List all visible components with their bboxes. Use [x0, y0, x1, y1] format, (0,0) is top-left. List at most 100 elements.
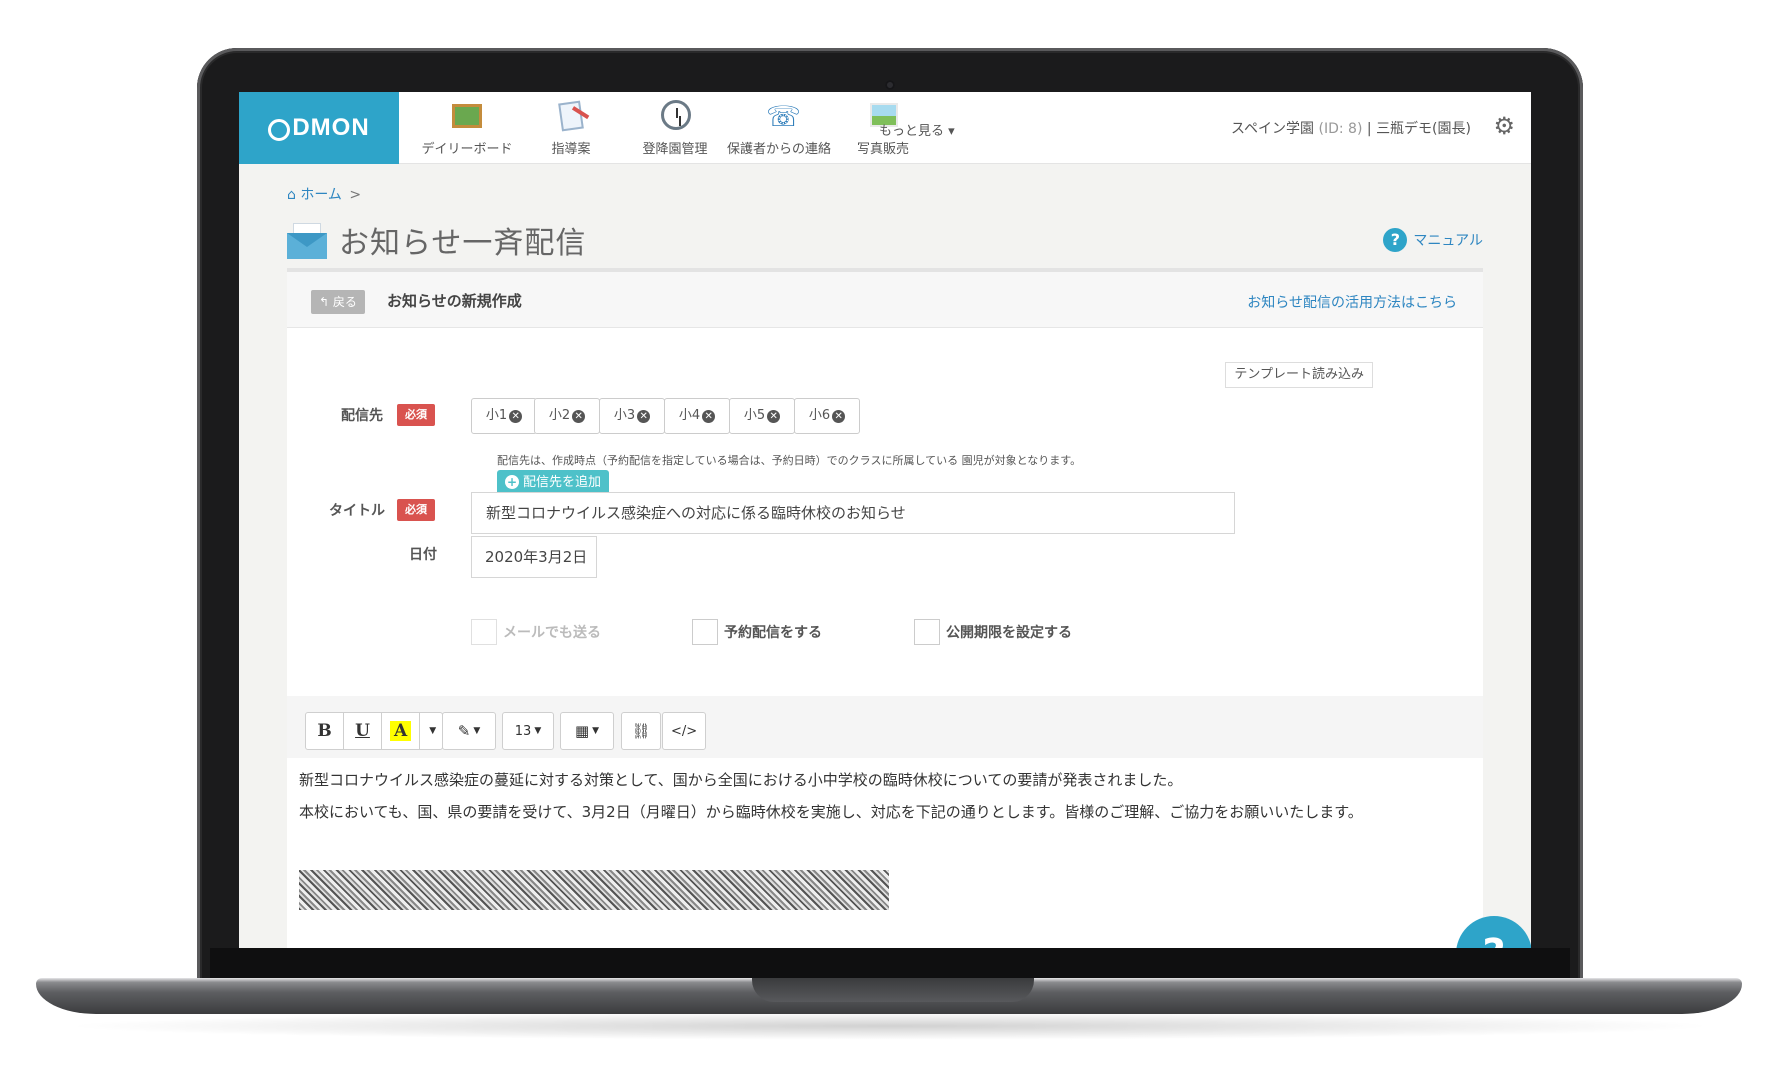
- remove-icon[interactable]: ✕: [702, 410, 716, 423]
- class-chip-3[interactable]: 小3 ✕: [599, 398, 665, 434]
- remove-icon[interactable]: ✕: [572, 410, 586, 423]
- nav-label: 写真販売: [856, 142, 909, 157]
- underline-button[interactable]: U: [344, 713, 382, 749]
- breadcrumb: ⌂ ホーム >: [287, 184, 361, 204]
- page-title: お知らせ一斉配信: [339, 226, 587, 261]
- nav-label: 保護者からの連絡: [726, 142, 831, 157]
- class-chip-6[interactable]: 小6 ✕: [794, 398, 860, 434]
- remove-icon[interactable]: ✕: [637, 410, 651, 423]
- color-dropdown-button[interactable]: ▼: [420, 713, 442, 749]
- magic-wand-icon: ✎: [457, 722, 471, 740]
- style-magic-button[interactable]: ✎ ▼: [443, 713, 495, 749]
- laptop-bezel-bottom: [210, 948, 1570, 978]
- scheduled-delivery-checkbox[interactable]: 予約配信をする: [692, 619, 822, 645]
- plus-icon: +: [505, 475, 519, 489]
- home-icon: ⌂: [287, 187, 296, 203]
- nav-parent-contact[interactable]: ☏ 保護者からの連絡: [719, 100, 839, 160]
- font-size-value: 13: [514, 723, 532, 739]
- text-style-group: B U A ▼: [305, 712, 444, 750]
- user-name: 三瓶デモ(園長): [1376, 121, 1471, 137]
- class-chip-5[interactable]: 小5 ✕: [729, 398, 795, 434]
- checkbox-label: メールでも送る: [503, 625, 601, 641]
- destination-note: 配信先は、作成時点（予約配信を指定している場合は、予約日時）でのクラスに所属して…: [497, 454, 1082, 467]
- destination-label: 配信先: [341, 408, 383, 424]
- embedded-image[interactable]: [299, 870, 889, 910]
- remove-icon[interactable]: ✕: [509, 410, 523, 423]
- code-view-button[interactable]: </>: [663, 713, 705, 749]
- date-input[interactable]: 2020年3月2日: [471, 536, 597, 578]
- panel-title: お知らせの新規作成: [387, 292, 522, 310]
- breadcrumb-home-link[interactable]: ホーム: [300, 187, 342, 203]
- email-also-checkbox[interactable]: メールでも送る: [471, 619, 601, 645]
- nav-label: デイリーボード: [421, 142, 513, 157]
- remove-icon[interactable]: ✕: [767, 410, 781, 423]
- link-icon: ⛓: [631, 722, 651, 740]
- publish-deadline-checkbox[interactable]: 公開期限を設定する: [914, 619, 1072, 645]
- text-color-button[interactable]: A: [382, 713, 421, 749]
- panel-header: ↰ 戻る お知らせの新規作成 お知らせ配信の活用方法はこちら: [287, 272, 1483, 328]
- checkbox-box[interactable]: [471, 619, 497, 645]
- editor-paragraph: 本校においても、国、県の要請を受けて、3月2日（月曜日）から臨時休校を実施し、対…: [299, 803, 1363, 821]
- back-button[interactable]: ↰ 戻る: [311, 290, 365, 314]
- app-screen: DMON デイリーボード 指導案 登降園管理 ☏ 保護者からの連絡 写真販売 も…: [239, 92, 1531, 948]
- editor-toolbar: B U A ▼ ✎ ▼ 13 ▼ ▦ ▼ ⛓ </>: [287, 696, 1483, 758]
- link-button[interactable]: ⛓: [622, 713, 660, 749]
- user-info[interactable]: スペイン学園 (ID: 8) | 三瓶デモ(園長): [1231, 118, 1471, 138]
- chevron-down-icon: ▼: [534, 726, 542, 736]
- nav-more-dropdown[interactable]: もっと見る ▾: [879, 120, 955, 139]
- page-header: お知らせ一斉配信: [287, 214, 586, 266]
- class-chip-label: 小5: [743, 408, 766, 423]
- compose-panel: ↰ 戻る お知らせの新規作成 お知らせ配信の活用方法はこちら テンプレート読み込…: [287, 268, 1483, 948]
- school-name: スペイン学園: [1231, 121, 1315, 137]
- checkbox-label: 予約配信をする: [724, 625, 822, 641]
- nav-attendance[interactable]: 登降園管理: [615, 100, 735, 160]
- required-badge: 必須: [397, 499, 435, 521]
- nav-lesson-plan[interactable]: 指導案: [511, 100, 631, 160]
- load-template-button[interactable]: テンプレート読み込み: [1225, 362, 1373, 388]
- remove-icon[interactable]: ✕: [832, 410, 846, 423]
- nav-label: 指導案: [551, 142, 591, 157]
- envelope-icon: [287, 221, 327, 259]
- class-chip-label: 小1: [485, 408, 508, 423]
- style-group: ✎ ▼: [442, 712, 496, 750]
- font-size-group: 13 ▼: [502, 712, 554, 750]
- top-navbar: DMON デイリーボード 指導案 登降園管理 ☏ 保護者からの連絡 写真販売 も…: [239, 92, 1531, 164]
- nav-label: 登降園管理: [642, 142, 708, 157]
- help-circle-icon: ?: [1383, 228, 1408, 252]
- table-icon: ▦: [574, 722, 590, 740]
- title-label: タイトル: [329, 503, 385, 519]
- add-destination-label: 配信先を追加: [523, 475, 602, 490]
- checkbox-box[interactable]: [914, 619, 940, 645]
- howto-link[interactable]: お知らせ配信の活用方法はこちら: [1247, 292, 1457, 312]
- class-chip-1[interactable]: 小1 ✕: [471, 398, 537, 434]
- logo-circle-icon: [268, 119, 291, 141]
- gear-icon[interactable]: ⚙: [1493, 112, 1515, 140]
- editor-paragraph: 新型コロナウイルス感染症の蔓延に対する対策として、国から全国における小中学校の臨…: [299, 771, 1183, 789]
- table-group: ▦ ▼: [560, 712, 614, 750]
- laptop-shadow: [60, 1012, 1720, 1040]
- table-button[interactable]: ▦ ▼: [561, 713, 613, 749]
- checkbox-label: 公開期限を設定する: [946, 625, 1072, 641]
- title-input[interactable]: 新型コロナウイルス感染症への対応に係る臨時休校のお知らせ: [471, 492, 1235, 534]
- logo-text: DMON: [292, 114, 370, 141]
- nav-daily-board[interactable]: デイリーボード: [407, 100, 527, 160]
- code-group: </>: [662, 712, 707, 750]
- back-arrow-icon: ↰: [319, 295, 330, 309]
- class-chip-label: 小2: [548, 408, 571, 423]
- text-color-icon: A: [390, 721, 412, 741]
- clock-icon: [656, 100, 694, 132]
- lesson-plan-icon: [552, 100, 590, 132]
- class-chip-label: 小6: [808, 408, 831, 423]
- phone-icon: ☏: [766, 100, 802, 133]
- required-badge: 必須: [397, 404, 435, 426]
- font-size-button[interactable]: 13 ▼: [503, 713, 553, 749]
- back-label: 戻る: [332, 295, 357, 309]
- bold-button[interactable]: B: [306, 713, 344, 749]
- class-chip-4[interactable]: 小4 ✕: [664, 398, 730, 434]
- manual-link[interactable]: ? マニュアル: [1383, 228, 1483, 252]
- checkbox-box[interactable]: [692, 619, 718, 645]
- editor-content[interactable]: 新型コロナウイルス感染症の蔓延に対する対策として、国から全国における小中学校の臨…: [287, 758, 1483, 948]
- codmon-logo[interactable]: DMON: [239, 92, 399, 164]
- class-chip-2[interactable]: 小2 ✕: [534, 398, 600, 434]
- date-label: 日付: [409, 547, 437, 563]
